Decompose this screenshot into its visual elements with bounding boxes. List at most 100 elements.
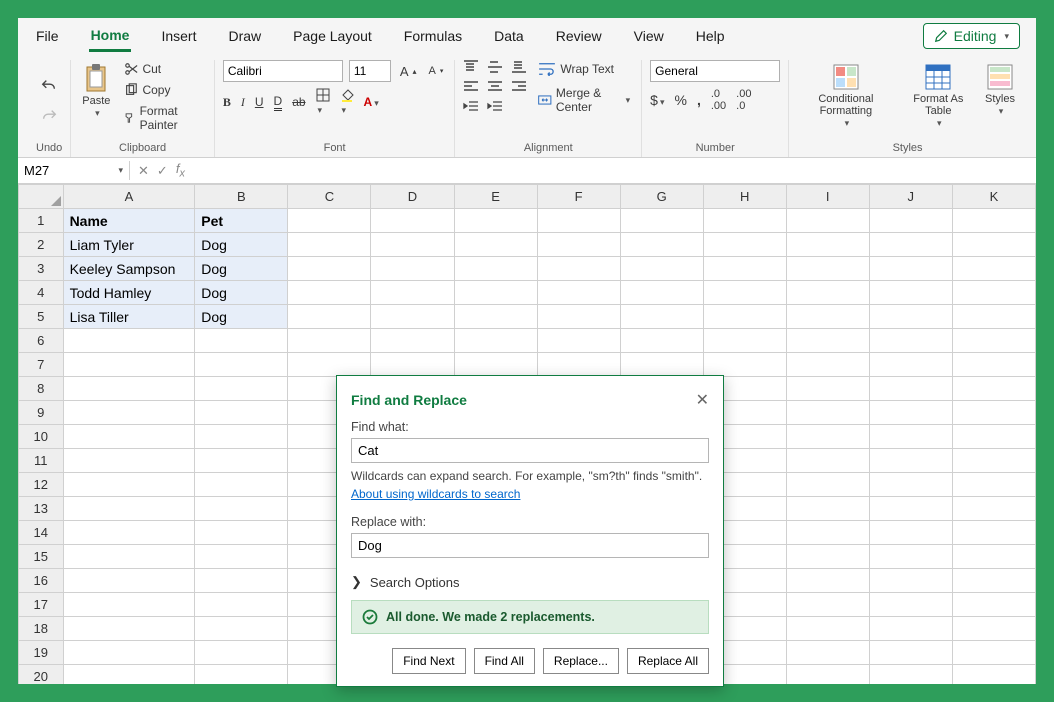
number-format-dropdown[interactable]	[650, 60, 780, 82]
cell[interactable]	[786, 545, 869, 569]
cell[interactable]	[195, 521, 288, 545]
cell[interactable]	[195, 569, 288, 593]
cell[interactable]	[63, 521, 195, 545]
cell[interactable]	[786, 257, 869, 281]
cell[interactable]	[952, 473, 1035, 497]
tab-view[interactable]: View	[632, 22, 666, 50]
align-left-button[interactable]	[463, 80, 479, 94]
cell[interactable]	[371, 353, 454, 377]
cell[interactable]	[371, 257, 454, 281]
cell[interactable]	[195, 617, 288, 641]
cell[interactable]	[869, 281, 952, 305]
accounting-format-button[interactable]: $▾	[650, 92, 664, 108]
search-options-toggle[interactable]: ❯ Search Options	[351, 574, 709, 590]
row-header-20[interactable]: 20	[19, 665, 64, 685]
cell[interactable]	[288, 329, 371, 353]
cell[interactable]	[952, 305, 1035, 329]
cell[interactable]	[63, 353, 195, 377]
cell[interactable]	[952, 497, 1035, 521]
cell[interactable]	[195, 329, 288, 353]
cell[interactable]	[288, 233, 371, 257]
replace-all-button[interactable]: Replace All	[627, 648, 709, 674]
cell[interactable]	[63, 617, 195, 641]
cell[interactable]	[620, 281, 703, 305]
cell[interactable]	[537, 353, 620, 377]
cell[interactable]	[63, 473, 195, 497]
row-header-11[interactable]: 11	[19, 449, 64, 473]
cell[interactable]	[869, 569, 952, 593]
cell[interactable]	[63, 377, 195, 401]
tab-review[interactable]: Review	[554, 22, 604, 50]
cell[interactable]	[63, 497, 195, 521]
cell[interactable]	[703, 329, 786, 353]
cell[interactable]	[786, 497, 869, 521]
cancel-formula-button[interactable]: ✕	[138, 163, 149, 179]
cell[interactable]	[537, 257, 620, 281]
cell[interactable]	[195, 425, 288, 449]
cell[interactable]	[195, 377, 288, 401]
tab-data[interactable]: Data	[492, 22, 526, 50]
column-header-F[interactable]: F	[537, 185, 620, 209]
cell[interactable]	[371, 233, 454, 257]
cell[interactable]	[195, 593, 288, 617]
cell[interactable]	[786, 281, 869, 305]
cell[interactable]	[786, 593, 869, 617]
column-header-A[interactable]: A	[63, 185, 195, 209]
find-all-button[interactable]: Find All	[474, 648, 535, 674]
row-header-16[interactable]: 16	[19, 569, 64, 593]
cell[interactable]	[454, 233, 537, 257]
align-middle-button[interactable]	[487, 60, 503, 74]
cell[interactable]	[869, 329, 952, 353]
replace-with-input[interactable]	[351, 533, 709, 558]
cell[interactable]	[869, 473, 952, 497]
cell[interactable]	[786, 377, 869, 401]
decrease-font-button[interactable]: A▾	[426, 63, 447, 79]
cell[interactable]	[63, 569, 195, 593]
enter-formula-button[interactable]: ✓	[157, 163, 168, 179]
cell[interactable]	[195, 449, 288, 473]
cell[interactable]	[952, 377, 1035, 401]
cell[interactable]	[952, 329, 1035, 353]
tab-insert[interactable]: Insert	[159, 22, 198, 50]
cell[interactable]	[371, 209, 454, 233]
column-header-E[interactable]: E	[454, 185, 537, 209]
cell[interactable]	[952, 257, 1035, 281]
percent-format-button[interactable]: %	[675, 92, 687, 108]
cell[interactable]	[786, 401, 869, 425]
cell[interactable]	[454, 209, 537, 233]
row-header-1[interactable]: 1	[19, 209, 64, 233]
cell[interactable]	[952, 569, 1035, 593]
copy-button[interactable]: Copy	[121, 81, 205, 99]
cell[interactable]	[703, 281, 786, 305]
cell[interactable]	[952, 641, 1035, 665]
editing-mode-button[interactable]: Editing ▾	[923, 23, 1020, 49]
cell[interactable]	[869, 545, 952, 569]
cell[interactable]	[537, 305, 620, 329]
cell[interactable]	[869, 641, 952, 665]
redo-button[interactable]	[37, 105, 61, 127]
cell[interactable]	[952, 593, 1035, 617]
cell[interactable]	[288, 209, 371, 233]
cell[interactable]	[869, 617, 952, 641]
cell[interactable]: Lisa Tiller	[63, 305, 195, 329]
cell[interactable]	[786, 641, 869, 665]
tab-draw[interactable]: Draw	[226, 22, 263, 50]
cell[interactable]	[371, 329, 454, 353]
cell[interactable]	[952, 521, 1035, 545]
row-header-12[interactable]: 12	[19, 473, 64, 497]
row-header-14[interactable]: 14	[19, 521, 64, 545]
cell[interactable]	[454, 353, 537, 377]
italic-button[interactable]: I	[241, 95, 245, 110]
cell[interactable]	[371, 305, 454, 329]
cell[interactable]	[952, 353, 1035, 377]
tab-page-layout[interactable]: Page Layout	[291, 22, 374, 50]
cell[interactable]	[620, 353, 703, 377]
cell[interactable]	[786, 617, 869, 641]
cell[interactable]	[786, 233, 869, 257]
cell[interactable]	[869, 401, 952, 425]
find-next-button[interactable]: Find Next	[392, 648, 465, 674]
align-top-button[interactable]	[463, 60, 479, 74]
cell[interactable]	[786, 569, 869, 593]
increase-font-button[interactable]: A▴	[397, 62, 420, 81]
cell[interactable]	[195, 353, 288, 377]
